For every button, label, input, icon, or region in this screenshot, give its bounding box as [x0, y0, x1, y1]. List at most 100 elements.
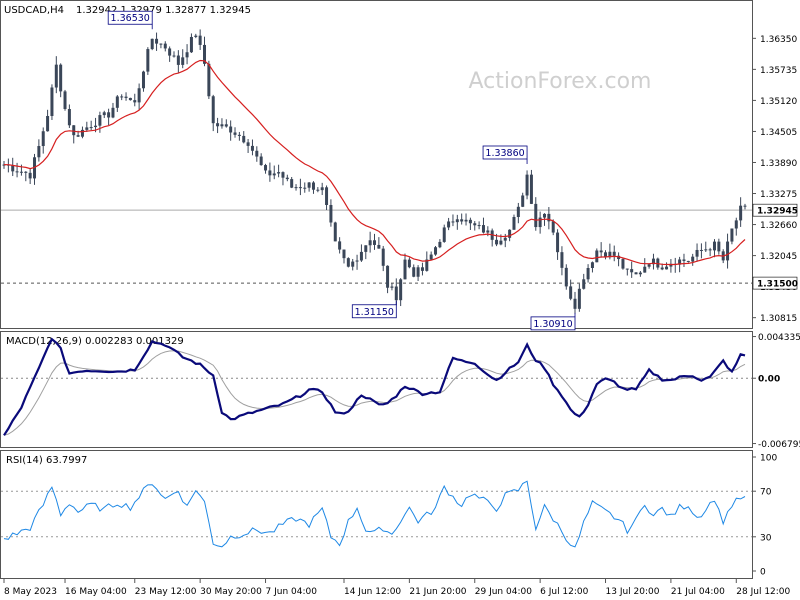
price-candle-body [181, 57, 185, 65]
price-candle-body [285, 177, 289, 180]
price-candle-body [399, 279, 403, 301]
price-candle-body [85, 127, 89, 130]
price-candle-body [373, 240, 376, 245]
price-candle-body [634, 272, 638, 275]
x-axis-label: 30 May 20:00 [200, 587, 262, 597]
price-candle-body [516, 206, 520, 218]
price-candle-body [342, 249, 346, 259]
price-candle-body [660, 267, 664, 270]
price-candle-body [486, 230, 490, 233]
price-axis-label: 1.33275 [760, 190, 797, 200]
price-candle-body [89, 127, 93, 129]
price-candle-body [311, 182, 315, 190]
price-candle-body [277, 172, 281, 174]
price-axis-label: 1.32660 [760, 221, 797, 231]
macd-axis-label: 0.004335 [758, 333, 800, 343]
support-level-tag: 1.31500 [757, 280, 798, 290]
price-candle-body [24, 171, 28, 173]
price-candle-body [303, 187, 307, 189]
price-candle-body [429, 254, 433, 260]
price-candle-body [272, 173, 276, 176]
price-candle-body [41, 131, 45, 147]
price-candle-body [94, 125, 98, 128]
x-axis-label: 16 May 04:00 [65, 587, 127, 597]
price-candle-body [46, 115, 50, 132]
price-candle-body [189, 36, 193, 53]
price-candle-body [390, 286, 394, 288]
price-candle-body [477, 225, 481, 227]
price-candle-body [577, 288, 581, 309]
price-candle-body [416, 267, 420, 277]
price-candle-body [542, 213, 546, 218]
price-candle-body [11, 165, 15, 172]
rsi-title: RSI(14) 63.7997 [6, 455, 87, 466]
x-axis-label: 23 May 12:00 [135, 587, 197, 597]
x-axis-label: 8 May 2023 [4, 587, 57, 597]
price-candle-body [290, 179, 294, 188]
current-price-tag: 1.32945 [757, 207, 798, 217]
chart-symbol: USDCAD,H4 [4, 5, 64, 16]
macd-title: MACD(12,26,9) 0.002283 0.001329 [6, 336, 184, 347]
macd-panel [0, 331, 753, 448]
price-candle-body [242, 135, 246, 143]
watermark: ActionForex.com [469, 69, 652, 94]
x-axis-label: 21 Jun 20:00 [409, 587, 466, 597]
price-candle-body [691, 256, 695, 262]
rsi-panel [0, 450, 753, 579]
price-candle-body [325, 187, 329, 205]
price-candle-body [233, 132, 237, 135]
price-candle-body [133, 100, 137, 103]
price-candle-body [412, 267, 416, 277]
price-candle-body [72, 125, 76, 136]
price-candle-body [207, 63, 211, 97]
price-candle-body [76, 135, 80, 137]
price-candle-body [403, 259, 407, 280]
price-axis-label: 1.33890 [760, 159, 797, 169]
price-candle-body [438, 241, 442, 248]
price-candle-body [521, 195, 525, 207]
price-candle-body [211, 96, 215, 124]
price-candle-body [320, 187, 324, 191]
price-candle-body [473, 223, 477, 226]
price-candle-body [460, 219, 464, 222]
price-candle-body [229, 126, 233, 133]
price-candle-body [699, 249, 703, 251]
price-axis-label: 1.34505 [760, 128, 797, 138]
price-candle-body [734, 220, 738, 229]
price-candle-body [386, 265, 390, 288]
price-candle-body [712, 241, 716, 251]
price-candle-body [237, 134, 241, 136]
price-candle-body [586, 267, 590, 280]
price-candle-body [146, 49, 150, 72]
price-candle-body [294, 187, 298, 189]
annotation-label: 1.36530 [111, 13, 150, 24]
price-candle-body [54, 64, 58, 88]
price-candle-body [708, 249, 712, 251]
price-candle-body [63, 91, 67, 109]
price-candle-body [346, 258, 350, 267]
annotation-label: 1.30910 [533, 319, 572, 330]
price-candle-body [447, 221, 451, 228]
macd-axis-label: -0.006795 [758, 440, 800, 450]
price-candle-body [137, 88, 141, 103]
macd-axis-label: 0.00 [758, 375, 780, 385]
price-candle-body [355, 260, 359, 262]
price-candle-body [155, 38, 159, 44]
price-candle-body [224, 124, 228, 127]
price-candle-body [590, 262, 594, 268]
rsi-axis-label: 30 [760, 533, 772, 543]
price-candle-body [246, 142, 250, 146]
price-candle-body [377, 244, 381, 249]
price-candle-body [503, 237, 507, 241]
price-candle-body [159, 43, 163, 45]
price-candle-body [50, 87, 54, 116]
price-candle-body [529, 174, 533, 204]
price-candle-body [743, 205, 747, 207]
price-candle-body [102, 112, 106, 116]
price-candle-body [525, 174, 529, 196]
price-candle-body [185, 52, 189, 58]
price-candle-body [19, 171, 23, 173]
price-candle-body [264, 165, 268, 171]
price-candle-body [508, 229, 512, 238]
price-candle-body [420, 267, 424, 271]
